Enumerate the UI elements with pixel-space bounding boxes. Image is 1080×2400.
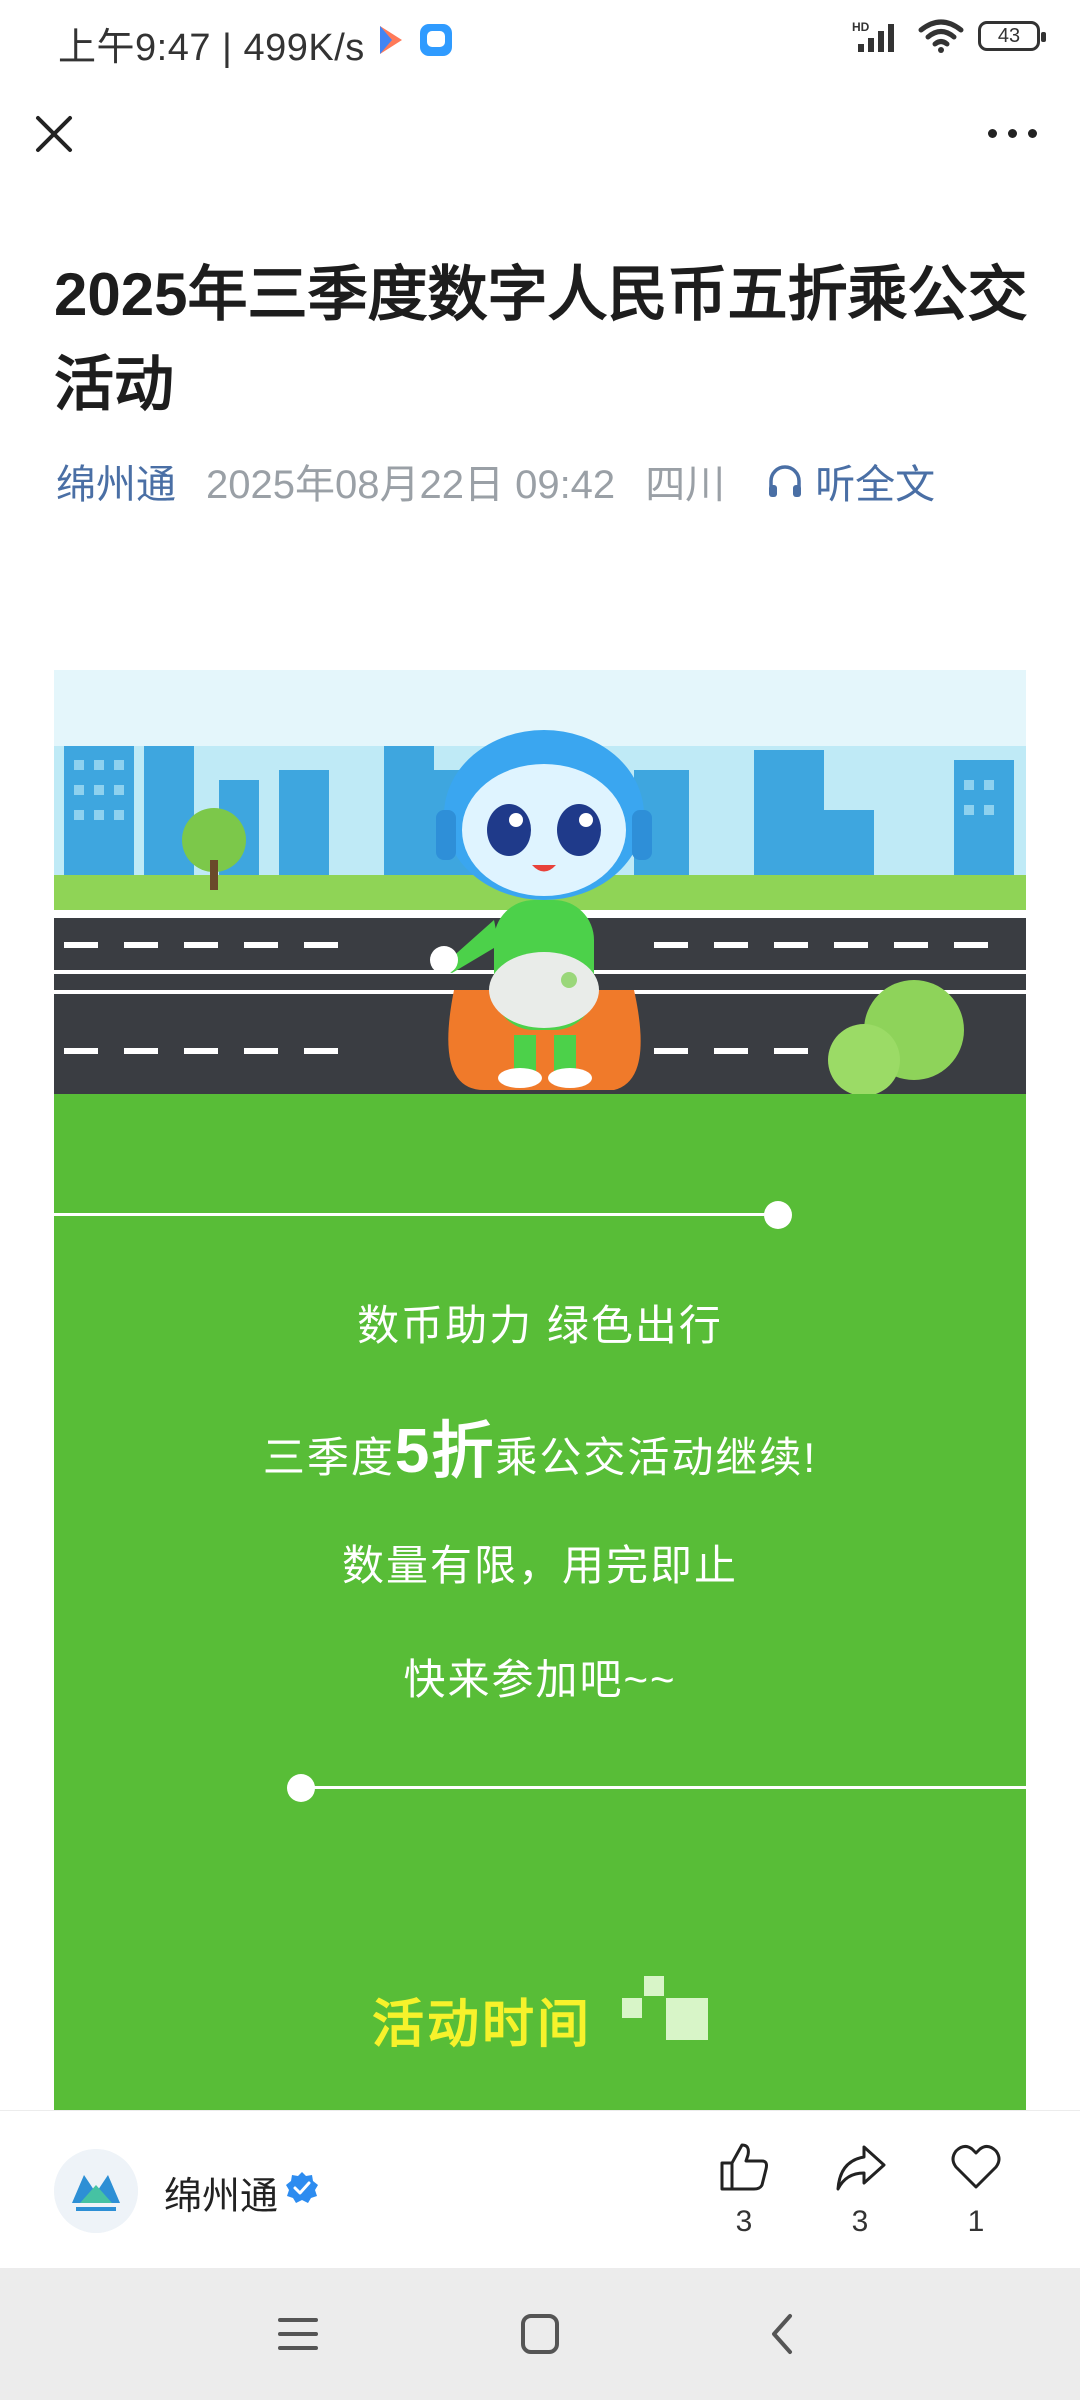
recent-apps-button[interactable] <box>268 2308 328 2360</box>
promo-banner: 数币助力 绿色出行 三季度5折乘公交活动继续! 数量有限，用完即止 快来参加吧~… <box>54 670 1026 2110</box>
system-indicators: HD 43 <box>852 18 1046 54</box>
decor-dot <box>287 1774 315 1802</box>
battery-icon: 43 <box>978 21 1046 51</box>
decor-dot <box>764 1201 792 1229</box>
article-meta: 绵州通 2025年08月22日 09:42 四川 听全文 <box>56 452 935 510</box>
account-avatar[interactable] <box>54 2149 138 2233</box>
promo-discount: 5折 <box>394 1417 496 1486</box>
home-button[interactable] <box>510 2308 570 2360</box>
wifi-icon <box>918 19 964 53</box>
back-button[interactable] <box>752 2308 812 2360</box>
account-name[interactable]: 绵州通 <box>164 2165 278 2220</box>
signal-icon: HD <box>852 20 894 52</box>
favorite-button[interactable]: 1 <box>936 2139 1016 2239</box>
close-button[interactable] <box>28 108 80 160</box>
network-speed: 499K/s <box>243 27 365 69</box>
like-button[interactable]: 3 <box>704 2139 784 2239</box>
more-dot <box>1027 128 1037 138</box>
play-store-icon <box>380 26 402 54</box>
promo-line-3: 数量有限，用完即止 <box>341 1542 738 1589</box>
close-icon <box>36 116 72 152</box>
decor-line <box>304 1786 1026 1789</box>
system-nav-bar <box>0 2268 1080 2400</box>
bottom-action-bar: 绵州通 3 3 1 <box>0 2110 1080 2269</box>
headphones-icon <box>769 465 802 497</box>
article-title: 2025年三季度数字人民币五折乘公交活动 <box>54 261 1028 418</box>
promo-line-2-prefix: 三季度 <box>262 1434 395 1481</box>
mianzhoutong-logo-icon <box>54 2149 138 2233</box>
status-bar: 上午9:47 | 499K/s HD 43 <box>0 0 1080 84</box>
promo-line-1: 数币助力 绿色出行 <box>357 1302 723 1349</box>
more-dot <box>987 128 997 138</box>
listen-full-button[interactable]: 听全文 <box>765 452 935 510</box>
activity-time-heading: 活动时间 <box>372 1996 593 2054</box>
decor-line <box>54 1213 774 1216</box>
message-app-icon <box>420 24 452 56</box>
back-chevron-icon <box>772 2314 792 2354</box>
like-count: 3 <box>735 2205 753 2238</box>
home-square-icon <box>521 2314 559 2354</box>
thumbs-up-icon <box>720 2143 768 2191</box>
favorite-count: 1 <box>967 2205 985 2238</box>
share-count: 3 <box>851 2205 869 2238</box>
more-options-button[interactable] <box>982 118 1042 148</box>
more-dot <box>1007 128 1017 138</box>
status-separator: | <box>222 27 244 69</box>
region-label: 四川 <box>645 463 726 507</box>
heart-icon <box>951 2144 1001 2189</box>
publish-date: 2025年08月22日 09:42 <box>206 463 616 507</box>
listen-label: 听全文 <box>815 463 936 507</box>
notification-icons <box>378 22 454 58</box>
menu-icon <box>278 2318 318 2350</box>
promo-line-2-suffix: 乘公交活动继续! <box>495 1434 818 1481</box>
verified-icon <box>286 2172 318 2203</box>
share-arrow-icon <box>836 2145 886 2191</box>
promo-line-4: 快来参加吧~~ <box>403 1656 677 1703</box>
promo-text-panel <box>54 1094 1026 2110</box>
svg-text:HD: HD <box>852 20 870 34</box>
share-button[interactable]: 3 <box>820 2139 900 2239</box>
status-time: 上午9:47 | 499K/s <box>58 16 365 71</box>
city-street-illustration <box>54 670 1026 1094</box>
pixel-squares-decoration <box>622 1976 708 2040</box>
promo-line-2: 三季度5折乘公交活动继续! <box>54 1400 1026 1490</box>
battery-level: 43 <box>997 24 1021 47</box>
clock: 上午9:47 <box>58 27 211 69</box>
author-link[interactable]: 绵州通 <box>56 452 176 510</box>
